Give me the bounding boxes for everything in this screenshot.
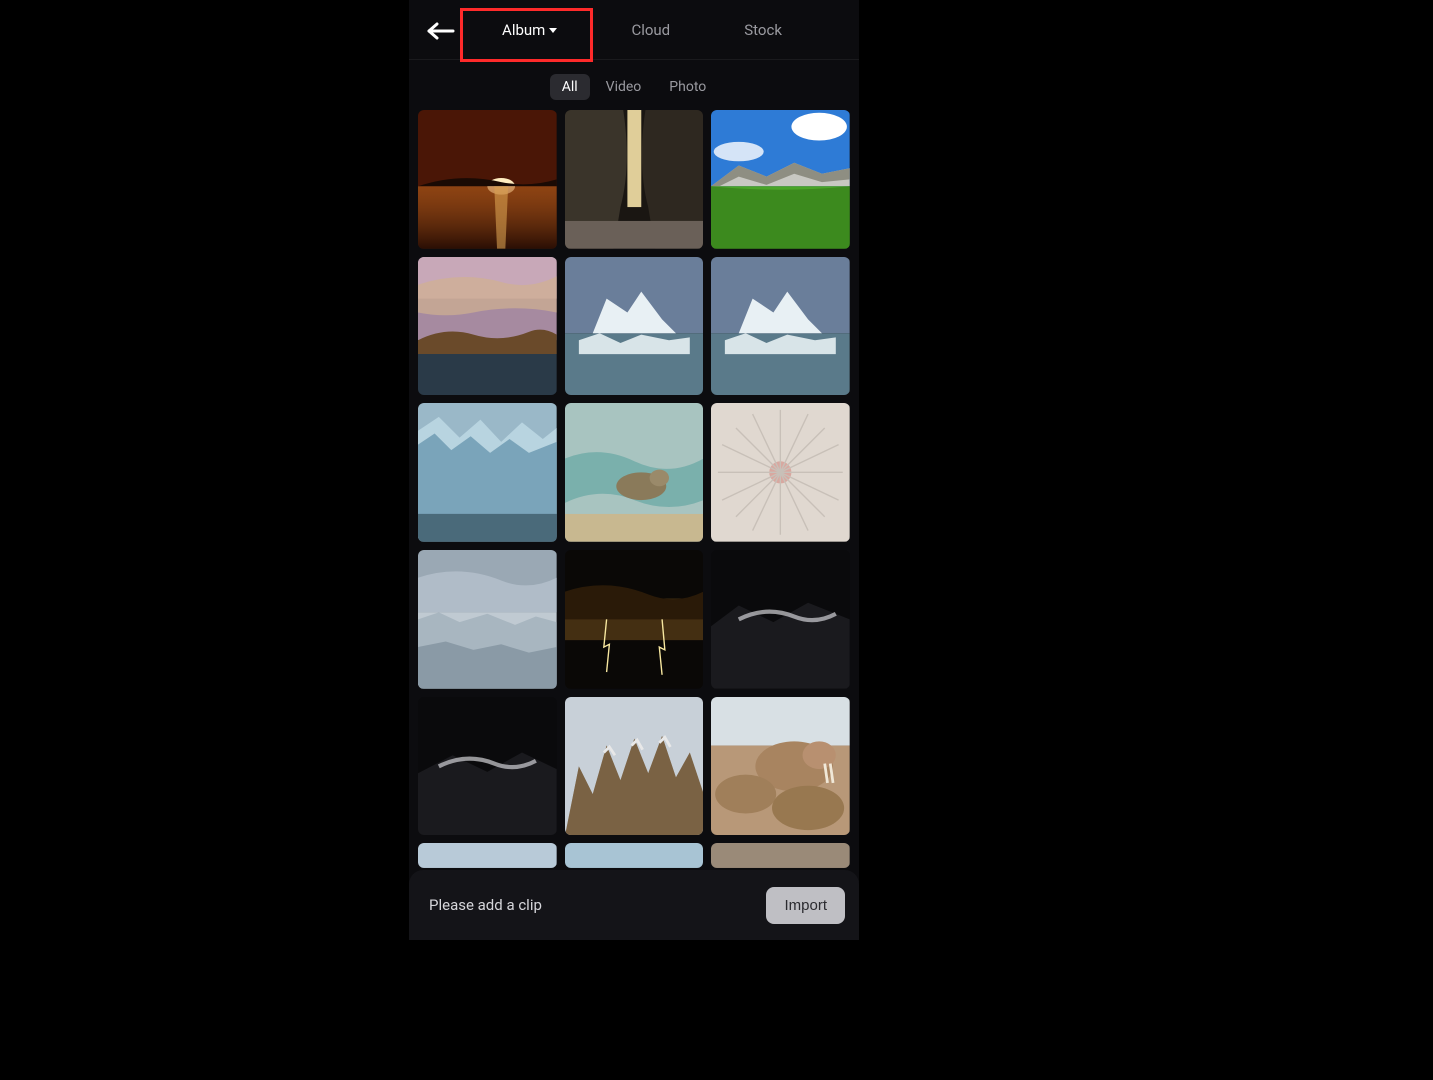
- import-button[interactable]: Import: [766, 887, 845, 924]
- thumb-rocky-peaks[interactable]: [565, 697, 704, 836]
- tab-album[interactable]: Album: [490, 13, 569, 47]
- tab-cloud-label: Cloud: [631, 21, 670, 39]
- thumb-green-meadow-mountain[interactable]: [711, 110, 850, 249]
- thumb-iceberg-sea-1[interactable]: [565, 257, 704, 396]
- tab-stock-label: Stock: [744, 21, 782, 39]
- tab-album-label: Album: [502, 21, 545, 39]
- thumb-dark-mountain-clouds-2[interactable]: [418, 697, 557, 836]
- thumb-iceberg-sea-2[interactable]: [711, 257, 850, 396]
- thumb-sunset-over-water[interactable]: [418, 110, 557, 249]
- thumb-partial-2[interactable]: [565, 843, 704, 868]
- thumb-lightning-storm[interactable]: [565, 550, 704, 689]
- thumb-dark-mountain-clouds-1[interactable]: [711, 550, 850, 689]
- thumb-partial-3[interactable]: [711, 843, 850, 868]
- filter-video[interactable]: Video: [594, 74, 654, 100]
- import-prompt: Please add a clip: [429, 896, 542, 914]
- top-bar: Album Cloud Stock: [409, 0, 859, 60]
- thumb-walrus-group[interactable]: [711, 697, 850, 836]
- thumb-coast-sunset-pano[interactable]: [418, 257, 557, 396]
- media-type-filters: All Video Photo: [409, 60, 859, 110]
- thumb-canyon-light[interactable]: [565, 110, 704, 249]
- media-grid-container: [409, 110, 859, 940]
- tab-stock[interactable]: Stock: [732, 13, 794, 47]
- back-arrow-icon: [427, 22, 455, 40]
- caret-down-icon: [549, 28, 557, 33]
- back-button[interactable]: [427, 22, 455, 40]
- thumb-glacier-wall[interactable]: [418, 403, 557, 542]
- thumb-seal-in-waves[interactable]: [565, 403, 704, 542]
- filter-photo[interactable]: Photo: [657, 74, 718, 100]
- thumb-ice-field-cloudy[interactable]: [418, 550, 557, 689]
- media-grid: [418, 110, 850, 868]
- thumb-partial-1[interactable]: [418, 843, 557, 868]
- filter-all[interactable]: All: [550, 74, 590, 100]
- import-bar: Please add a clip Import: [409, 870, 859, 940]
- thumb-dandelion-closeup[interactable]: [711, 403, 850, 542]
- media-picker-screen: Album Cloud Stock All Video Photo: [409, 0, 859, 940]
- tab-cloud[interactable]: Cloud: [619, 13, 682, 47]
- source-tabs: Album Cloud Stock: [409, 13, 859, 47]
